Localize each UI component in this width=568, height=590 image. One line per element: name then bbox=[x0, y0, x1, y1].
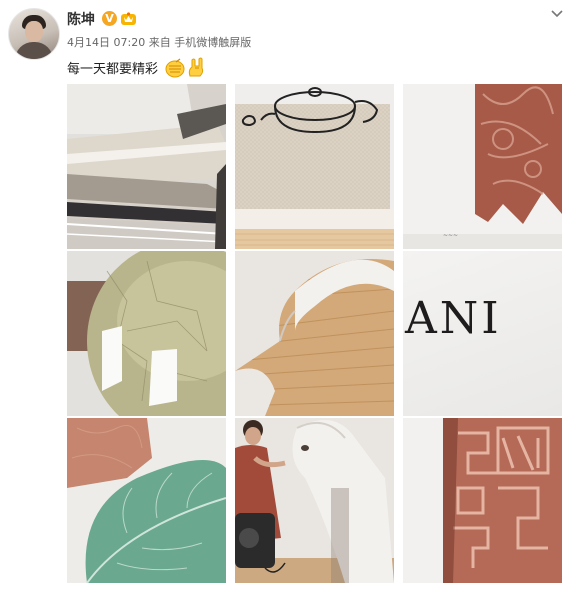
photo-boy-and-horse-statue[interactable] bbox=[235, 418, 394, 583]
photo-teapot-sketch-box[interactable] bbox=[235, 84, 394, 249]
verified-icon[interactable]: V bbox=[102, 11, 117, 26]
photo-white-ceramic-on-wood[interactable] bbox=[235, 251, 394, 416]
photo-caption-scribble: ~~~ bbox=[443, 232, 459, 239]
photo-ani-lettering[interactable]: ANI bbox=[403, 251, 562, 416]
post-time[interactable]: 07:20 bbox=[114, 36, 146, 49]
post-text: 每一天都要精彩 bbox=[67, 62, 159, 77]
weibo-post-card: 陈坤 V 4月14日 07:20 来自 手机微博触屏版 每一天都要精彩 ~~~ … bbox=[0, 0, 568, 590]
rock-hand-emoji bbox=[188, 57, 204, 77]
photo-green-crackle-vase[interactable] bbox=[67, 251, 226, 416]
chevron-down-icon[interactable] bbox=[550, 9, 564, 19]
emoji-group bbox=[164, 56, 210, 80]
source-prefix: 来自 bbox=[148, 36, 171, 49]
photo-red-seal-stamp[interactable] bbox=[403, 418, 562, 583]
photo-stacked-papers[interactable] bbox=[67, 84, 226, 249]
avatar-face bbox=[25, 21, 43, 42]
post-source[interactable]: 手机微博触屏版 bbox=[174, 36, 251, 49]
photo-red-seal-print[interactable]: ~~~ bbox=[403, 84, 562, 249]
fist-emoji bbox=[165, 58, 185, 78]
avatar-body bbox=[15, 42, 53, 59]
avatar[interactable] bbox=[8, 8, 60, 60]
crown-member-icon[interactable] bbox=[120, 11, 137, 26]
post-date[interactable]: 4月14日 bbox=[67, 36, 110, 49]
photo-grid: ~~~ ANI bbox=[67, 84, 562, 583]
photo-ani-text: ANI bbox=[405, 293, 502, 344]
photo-green-leaf[interactable] bbox=[67, 418, 226, 583]
post-meta: 4月14日 07:20 来自 手机微博触屏版 bbox=[67, 36, 251, 50]
username[interactable]: 陈坤 bbox=[67, 11, 95, 29]
